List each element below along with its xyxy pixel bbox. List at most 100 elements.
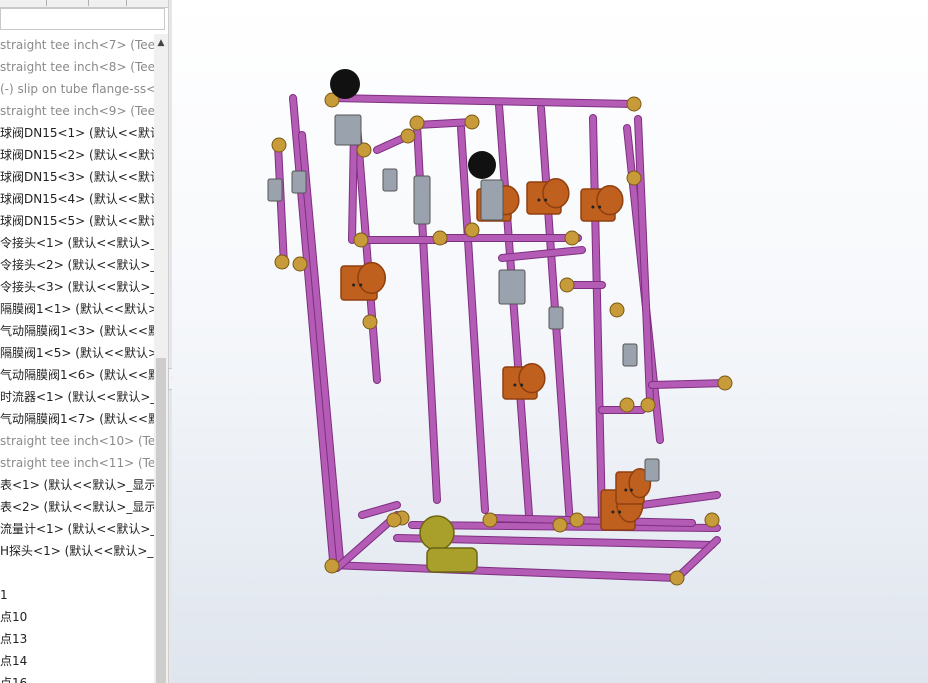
tree-item[interactable]: 球阀DN15<3> (默认<<默认 <box>0 166 154 188</box>
pipe-fitting <box>482 512 498 528</box>
tree-item[interactable]: straight tee inch<10> (Tee <box>0 430 154 452</box>
pipe <box>496 102 532 518</box>
pipe-fitting <box>569 512 585 528</box>
valve-actuator <box>596 185 624 216</box>
valve-bolt <box>591 205 595 209</box>
tree-item[interactable]: 1 <box>0 584 8 606</box>
tree-item[interactable]: 球阀DN15<4> (默认<<默认 <box>0 188 154 210</box>
tree-item[interactable]: 点14 <box>0 650 27 672</box>
tree-item[interactable]: H探头<1> (默认<<默认>_显 <box>0 540 154 562</box>
valve-bolt <box>611 510 615 514</box>
valve-bolt <box>359 283 363 287</box>
tree-item[interactable]: 点10 <box>0 606 27 628</box>
feature-tree-list: straight tee inch<7> (Tee Istraight tee … <box>0 34 154 683</box>
tree-item[interactable]: 球阀DN15<2> (默认<<默认 <box>0 144 154 166</box>
tree-item[interactable]: (-) slip on tube flange-ss<2 <box>0 78 154 100</box>
pipe <box>649 380 730 388</box>
graphics-viewport[interactable] <box>172 0 928 683</box>
tree-item[interactable]: 球阀DN15<5> (默认<<默认 <box>0 210 154 232</box>
ball-valve <box>548 306 564 330</box>
pipe <box>349 127 357 243</box>
pipe-fitting <box>362 314 378 330</box>
ball-valve <box>622 343 638 367</box>
tree-item[interactable]: straight tee inch<11> (Tee <box>0 452 154 474</box>
valve-actuator <box>542 178 570 209</box>
scrollbar-thumb[interactable] <box>156 358 166 683</box>
toolbar-separator <box>46 0 47 6</box>
flowmeter <box>419 515 455 551</box>
pipe-fitting <box>559 277 575 293</box>
tree-item[interactable]: 气动隔膜阀1<7> (默认<<默认 <box>0 408 154 430</box>
valve-bolt <box>544 198 548 202</box>
ball-valve <box>480 179 504 221</box>
pipe-fitting <box>274 254 290 270</box>
ball-valve <box>413 175 431 225</box>
tree-item[interactable]: straight tee inch<7> (Tee I <box>0 34 154 56</box>
pipe-fitting <box>626 170 642 186</box>
pipe-fitting <box>400 128 416 144</box>
valve-handle <box>330 69 360 99</box>
pipe-fitting <box>432 230 448 246</box>
valve-bolt <box>629 488 633 492</box>
pipe-fitting <box>271 137 287 153</box>
pipe <box>354 122 380 383</box>
pipe-fitting <box>704 512 720 528</box>
tree-item[interactable]: 流量计<1> (默认<<默认>_显 <box>0 518 154 540</box>
tree-item[interactable]: 气动隔膜阀1<6> (默认<<默认 <box>0 364 154 386</box>
tree-item[interactable]: 令接头<2> (默认<<默认>_ <box>0 254 154 276</box>
pipe-fitting <box>464 222 480 238</box>
pipe <box>327 562 680 581</box>
pipe-fitting <box>353 232 369 248</box>
tree-item[interactable]: 隔膜阀1<1> (默认<<默认>_ <box>0 298 154 320</box>
toolbar-separator <box>88 0 89 6</box>
tree-item[interactable]: 表<1> (默认<<默认>_显示状 <box>0 474 154 496</box>
pipe-fitting <box>552 517 568 533</box>
pipe-fitting <box>386 512 402 528</box>
toolbar-separator <box>126 0 127 6</box>
tree-item[interactable]: 气动隔膜阀1<3> (默认<<默认 <box>0 320 154 342</box>
tree-item[interactable]: straight tee inch<8> (Tee I <box>0 56 154 78</box>
valve-bolt <box>513 383 517 387</box>
ball-valve <box>334 114 362 146</box>
tree-toolbar <box>0 0 168 8</box>
valve-actuator <box>518 363 546 394</box>
valve-handle <box>468 151 496 179</box>
pipe-fitting <box>609 302 625 318</box>
valve-bolt <box>624 488 628 492</box>
pipe-fitting <box>626 96 642 112</box>
tree-item[interactable]: 令接头<1> (默认<<默认>_ <box>0 232 154 254</box>
assembly-model <box>267 69 733 586</box>
tree-item[interactable]: 球阀DN15<1> (默认<<默认 <box>0 122 154 144</box>
tree-item[interactable]: 点13 <box>0 628 27 650</box>
tree-item[interactable]: 隔膜阀1<5> (默认<<默认>_ <box>0 342 154 364</box>
tree-item[interactable]: straight tee inch<9> (Tee I <box>0 100 154 122</box>
pipe-fitting <box>619 397 635 413</box>
pipe-fitting <box>292 256 308 272</box>
tree-filter-input[interactable] <box>0 8 165 30</box>
pipe <box>499 247 585 261</box>
valve-actuator <box>357 261 387 294</box>
tree-item[interactable]: 时流器<1> (默认<<默认>_显 <box>0 386 154 408</box>
pipe-fitting <box>717 375 733 391</box>
valve-bolt <box>598 205 602 209</box>
tree-item[interactable]: 令接头<3> (默认<<默认>_ <box>0 276 154 298</box>
pipe-frame <box>274 94 731 582</box>
pipe <box>329 95 637 107</box>
valve-bolt <box>520 383 524 387</box>
valve-bolt <box>352 283 356 287</box>
scroll-up-icon[interactable]: ▲ <box>154 36 168 50</box>
ball-valve <box>291 170 307 194</box>
pipe <box>275 142 287 268</box>
tree-item[interactable]: 表<2> (默认<<默认>_显示状 <box>0 496 154 518</box>
feature-tree-panel: straight tee inch<7> (Tee Istraight tee … <box>0 0 168 683</box>
ball-valve <box>644 458 660 482</box>
pipe <box>414 119 475 128</box>
pipe-fitting <box>409 115 425 131</box>
pipe <box>299 132 343 563</box>
tree-item[interactable]: 点16 <box>0 672 27 683</box>
ball-valve <box>382 168 398 192</box>
pipe <box>290 95 336 563</box>
pipe-fitting <box>564 230 580 246</box>
tree-scrollbar[interactable]: ▲ <box>154 34 168 683</box>
ball-valve <box>498 269 526 305</box>
